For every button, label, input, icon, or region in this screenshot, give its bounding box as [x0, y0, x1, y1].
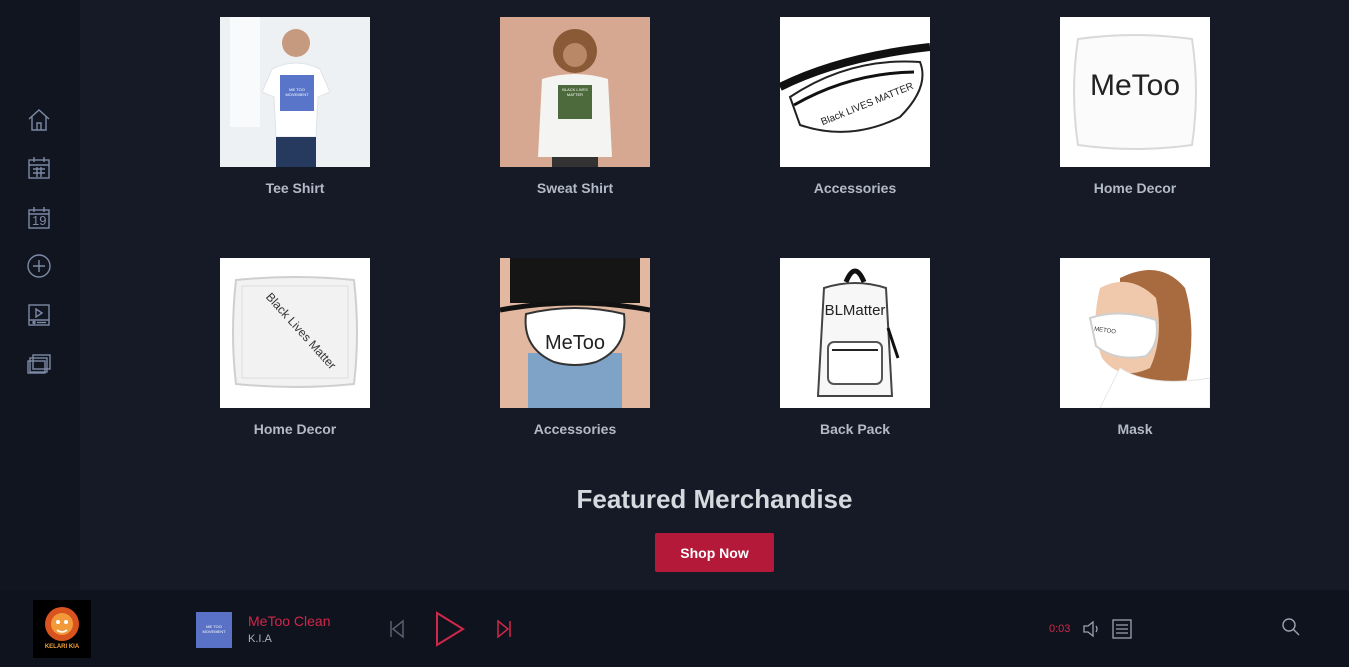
product-label: Mask [1117, 421, 1153, 437]
product-card-mask[interactable]: METOO Mask [1060, 258, 1210, 437]
search-icon[interactable] [1281, 617, 1301, 642]
pillow-print-text: MeToo [1089, 69, 1181, 102]
track-artwork-text: ME TOO MOVEMENT [202, 624, 226, 634]
track-artwork: ME TOO MOVEMENT [196, 612, 232, 648]
track-artist[interactable]: K.I.A [248, 633, 272, 645]
product-label: Home Decor [253, 421, 337, 437]
mask-image: METOO [1060, 258, 1210, 408]
home-icon[interactable] [24, 105, 54, 135]
waist-bag-image: MeToo [500, 258, 650, 408]
video-playlist-icon[interactable] [24, 300, 54, 330]
backpack-image: BLMatter [780, 258, 930, 408]
volume-icon[interactable] [1082, 619, 1102, 644]
date-icon[interactable]: 19 [24, 203, 54, 233]
tee-shirt-print-text: ME TOO MOVEMENT [285, 87, 309, 97]
fanny-pack-image: Black LIVES MATTER [780, 17, 930, 167]
backpack-print-text: BLMatter [824, 302, 886, 319]
shop-now-button[interactable]: Shop Now [655, 533, 774, 572]
tee-shirt-image: ME TOO MOVEMENT [220, 17, 370, 167]
product-card-home-decor-blanket[interactable]: Black Lives Matter Home Decor [220, 258, 370, 437]
sweat-shirt-print-text: BLACK LIVES MATTER [562, 87, 588, 97]
product-card-accessories-fanny[interactable]: MeToo Accessories [500, 258, 650, 437]
albums-icon[interactable] [24, 349, 54, 379]
product-label: Tee Shirt [265, 180, 325, 196]
sidebar: 19 [0, 0, 80, 590]
logo-text: KELARI KIA [44, 644, 80, 650]
date-icon-day: 19 [32, 213, 47, 228]
product-label: Back Pack [819, 421, 891, 437]
product-card-home-decor-pillow[interactable]: MeToo Home Decor [1060, 17, 1210, 196]
previous-track-icon[interactable] [389, 619, 405, 644]
player-bar: KELARI KIA ME TOO MOVEMENT MeToo Clean K… [0, 590, 1349, 667]
product-card-back-pack[interactable]: BLMatter Back Pack [780, 258, 930, 437]
next-track-icon[interactable] [496, 619, 512, 644]
product-card-sweat-shirt[interactable]: BLACK LIVES MATTER Sweat Shirt [500, 17, 650, 196]
calendar-icon[interactable] [24, 153, 54, 183]
main-content: ME TOO MOVEMENT Tee Shirt BLACK LIVES MA… [80, 0, 1349, 590]
playlist-icon[interactable] [1112, 619, 1132, 644]
product-card-accessories[interactable]: Black LIVES MATTER Accessories [780, 17, 930, 196]
product-label: Home Decor [1093, 180, 1177, 196]
product-label: Accessories [813, 180, 897, 196]
waist-bag-print-text: MeToo [544, 332, 606, 354]
play-icon[interactable] [434, 611, 466, 652]
pillow-image: MeToo [1060, 17, 1210, 167]
featured-title: Featured Merchandise [576, 484, 853, 514]
track-title[interactable]: MeToo Clean [248, 613, 331, 629]
product-label: Sweat Shirt [536, 180, 614, 196]
product-label: Accessories [533, 421, 617, 437]
sweat-shirt-image: BLACK LIVES MATTER [500, 17, 650, 167]
site-logo[interactable]: KELARI KIA [33, 600, 91, 658]
add-circle-icon[interactable] [24, 251, 54, 281]
blanket-image: Black Lives Matter [220, 258, 370, 408]
product-card-tee-shirt[interactable]: ME TOO MOVEMENT Tee Shirt [220, 17, 370, 196]
elapsed-time: 0:03 [1049, 623, 1071, 635]
